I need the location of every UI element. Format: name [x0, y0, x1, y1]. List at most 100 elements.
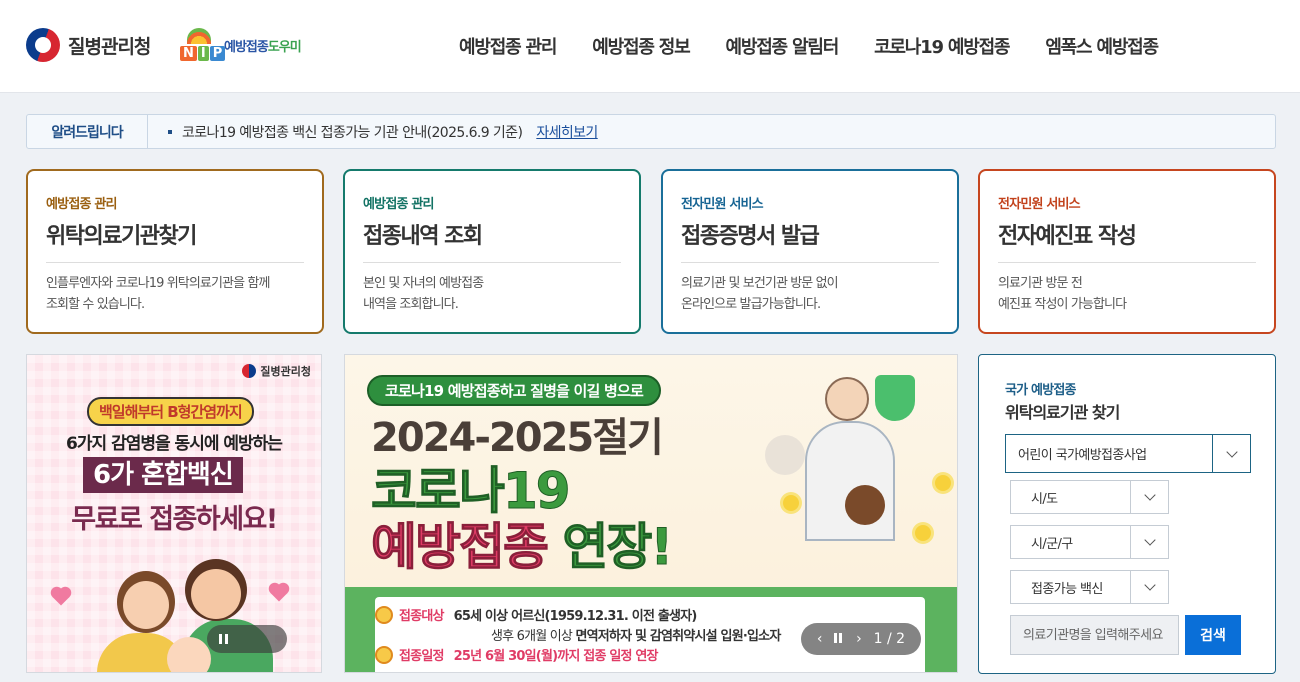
banner-line2: 6가 혼합백신	[83, 457, 243, 493]
card-desc-line: 본인 및 자녀의 예방접종	[363, 276, 484, 291]
chevron-right-icon[interactable]: ›	[856, 631, 862, 647]
program-select[interactable]: 어린이 국가예방접종사업	[1005, 434, 1251, 473]
card-e-questionnaire[interactable]: 전자민원 서비스 전자예진표 작성 의료기관 방문 전 예진표 작성이 가능합니…	[978, 169, 1276, 334]
target-text-2-bold: 면역저하자 및 감염취약시설 입원·입소자	[575, 629, 781, 644]
card-description: 본인 및 자녀의 예방접종 내역을 조회합니다.	[363, 273, 621, 315]
card-title: 접종증명서 발급	[681, 218, 939, 263]
notice-bar: 알려드립니다 코로나19 예방접종 백신 접종가능 기관 안내(2025.6.9…	[26, 114, 1276, 149]
card-desc-line: 의료기관 및 보건기관 방문 없이	[681, 276, 839, 291]
banner-title-vaccination: 예방접종 연장!	[371, 507, 674, 579]
banner-brand-text: 질병관리청	[260, 365, 311, 378]
chevron-down-icon	[1130, 571, 1168, 603]
card-vaccination-history[interactable]: 예방접종 관리 접종내역 조회 본인 및 자녀의 예방접종 내역을 조회합니다.	[343, 169, 641, 334]
nip-letter-n: N	[180, 46, 197, 61]
carousel-controls: ‹ › 1 / 2	[801, 623, 921, 655]
card-category: 예방접종 관리	[46, 197, 117, 212]
card-category: 전자민원 서비스	[998, 197, 1081, 212]
family-illustration	[87, 551, 277, 672]
kdca-logo[interactable]: 질병관리청	[26, 28, 151, 62]
card-title: 접종내역 조회	[363, 218, 621, 263]
target-row-2: 생후 6개월 이상 면역저하자 및 감염취약시설 입원·입소자	[491, 625, 781, 644]
nip-letter-i: I	[197, 46, 209, 61]
search-button[interactable]: 검색	[1185, 615, 1241, 655]
pause-button[interactable]	[207, 625, 287, 653]
hexavalent-vaccine-banner[interactable]: 질병관리청 백일해부터 B형간염까지 6가지 감염병을 동시에 예방하는 6가 …	[26, 354, 322, 673]
sido-select-value: 시/도	[1031, 491, 1058, 507]
card-find-clinic[interactable]: 예방접종 관리 위탁의료기관찾기 인플루엔자와 코로나19 위탁의료기관을 함께…	[26, 169, 324, 334]
notice-title: 알려드립니다	[27, 115, 148, 148]
schedule-row: 접종일정 25년 6월 30일(월)까지 접종 일정 연장	[375, 645, 659, 664]
schedule-text: 25년 6월 30일(월)까지 접종 일정 연장	[453, 649, 659, 664]
bullet-icon	[168, 129, 172, 134]
carousel-pager: 1 / 2	[873, 631, 906, 647]
taeguk-icon	[26, 28, 60, 62]
clinic-name-input[interactable]	[1010, 615, 1179, 655]
nip-logo-text: 예방접종도우미	[224, 36, 302, 55]
card-desc-line: 의료기관 방문 전	[998, 276, 1083, 291]
schedule-label: 접종일정	[399, 649, 444, 664]
nip-letter-p: P	[209, 46, 226, 61]
notice-item: 코로나19 예방접종 백신 접종가능 기관 안내(2025.6.9 기준) 자세…	[168, 122, 598, 142]
nip-text-a: 예방접종	[224, 39, 269, 55]
banner-tag: 백일해부터 B형간염까지	[87, 397, 254, 426]
card-category: 예방접종 관리	[363, 197, 434, 212]
notice-detail-link[interactable]: 자세히보기	[536, 122, 598, 142]
taeguk-icon	[242, 364, 257, 378]
chevron-down-icon	[1130, 481, 1168, 513]
card-description: 의료기관 및 보건기관 방문 없이 온라인으로 발급가능합니다.	[681, 273, 939, 315]
chevron-down-icon	[1130, 526, 1168, 558]
flower-icon	[935, 475, 951, 491]
nav-vaccination-management[interactable]: 예방접종 관리	[459, 33, 557, 59]
flower-icon	[915, 525, 931, 541]
calendar-icon	[375, 645, 393, 664]
card-desc-line: 예진표 작성이 가능합니다	[998, 297, 1127, 312]
medical-staff-illustration	[765, 365, 957, 585]
sido-select[interactable]: 시/도	[1010, 480, 1169, 514]
banner-line1: 6가지 감염병을 동시에 예방하는	[66, 434, 283, 454]
shield-icon	[875, 375, 915, 421]
nip-text-b: 도우미	[267, 39, 302, 55]
banner-brand: 질병관리청	[242, 363, 311, 379]
nav-covid19-vaccination[interactable]: 코로나19 예방접종	[874, 33, 1010, 59]
nav-mpox-vaccination[interactable]: 엠폭스 예방접종	[1045, 33, 1159, 59]
search-title: 위탁의료기관 찾기	[1005, 403, 1120, 422]
target-row: 접종대상 65세 이상 어르신(1959.12.31. 이전 출생자)	[375, 605, 698, 624]
vaccine-select-value: 접종가능 백신	[1031, 581, 1103, 597]
banner-title-extension: 연장!	[562, 518, 674, 577]
program-select-value: 어린이 국가예방접종사업	[1018, 448, 1147, 463]
card-desc-line: 온라인으로 발급가능합니다.	[681, 297, 821, 312]
card-desc-line: 인플루엔자와 코로나19 위탁의료기관을 함께	[46, 276, 270, 291]
card-certificate-issue[interactable]: 전자민원 서비스 접종증명서 발급 의료기관 및 보건기관 방문 없이 온라인으…	[661, 169, 959, 334]
nip-sun-icon: N I P	[180, 28, 226, 62]
card-description: 인플루엔자와 코로나19 위탁의료기관을 함께 조회할 수 있습니다.	[46, 273, 304, 315]
banner-line3: 무료로 접종하세요!	[71, 504, 278, 535]
sigungu-select[interactable]: 시/군/구	[1010, 525, 1169, 559]
card-desc-line: 내역을 조회합니다.	[363, 297, 459, 312]
banner-title-vaccination-a: 예방접종	[371, 518, 550, 577]
target-label: 접종대상	[399, 609, 444, 624]
target-icon	[375, 605, 393, 624]
sigungu-select-value: 시/군/구	[1031, 536, 1073, 552]
nav-vaccination-info[interactable]: 예방접종 정보	[592, 33, 690, 59]
target-text-2-pre: 생후 6개월 이상	[491, 629, 573, 644]
chevron-left-icon[interactable]: ‹	[817, 631, 823, 647]
card-desc-line: 조회할 수 있습니다.	[46, 297, 145, 312]
card-description: 의료기관 방문 전 예진표 작성이 가능합니다	[998, 273, 1256, 315]
heart-icon	[52, 588, 70, 606]
notice-text[interactable]: 코로나19 예방접종 백신 접종가능 기관 안내(2025.6.9 기준)	[182, 122, 523, 142]
nav-vaccination-notice[interactable]: 예방접종 알림터	[725, 33, 839, 59]
card-title: 위탁의료기관찾기	[46, 218, 304, 263]
card-category: 전자민원 서비스	[681, 197, 764, 212]
vaccine-select[interactable]: 접종가능 백신	[1010, 570, 1169, 604]
kdca-logo-text: 질병관리청	[68, 35, 151, 58]
target-text: 65세 이상 어르신(1959.12.31. 이전 출생자)	[453, 609, 698, 624]
nip-logo[interactable]: N I P 예방접종도우미	[180, 28, 302, 62]
main-nav: 예방접종 관리 예방접종 정보 예방접종 알림터 코로나19 예방접종 엠폭스 …	[459, 33, 1159, 59]
pause-icon[interactable]	[834, 631, 844, 647]
flower-icon	[783, 495, 799, 511]
clinic-search-box: 국가 예방접종 위탁의료기관 찾기 어린이 국가예방접종사업 시/도 시/군/구…	[978, 354, 1276, 674]
banner-pill: 코로나19 예방접종하고 질병을 이길 병으로	[367, 375, 661, 406]
search-subtitle: 국가 예방접종	[1005, 383, 1076, 398]
covid19-extension-banner[interactable]: 코로나19 예방접종하고 질병을 이길 병으로 2024-2025절기 코로나1…	[344, 354, 958, 673]
chevron-down-icon	[1212, 435, 1250, 472]
